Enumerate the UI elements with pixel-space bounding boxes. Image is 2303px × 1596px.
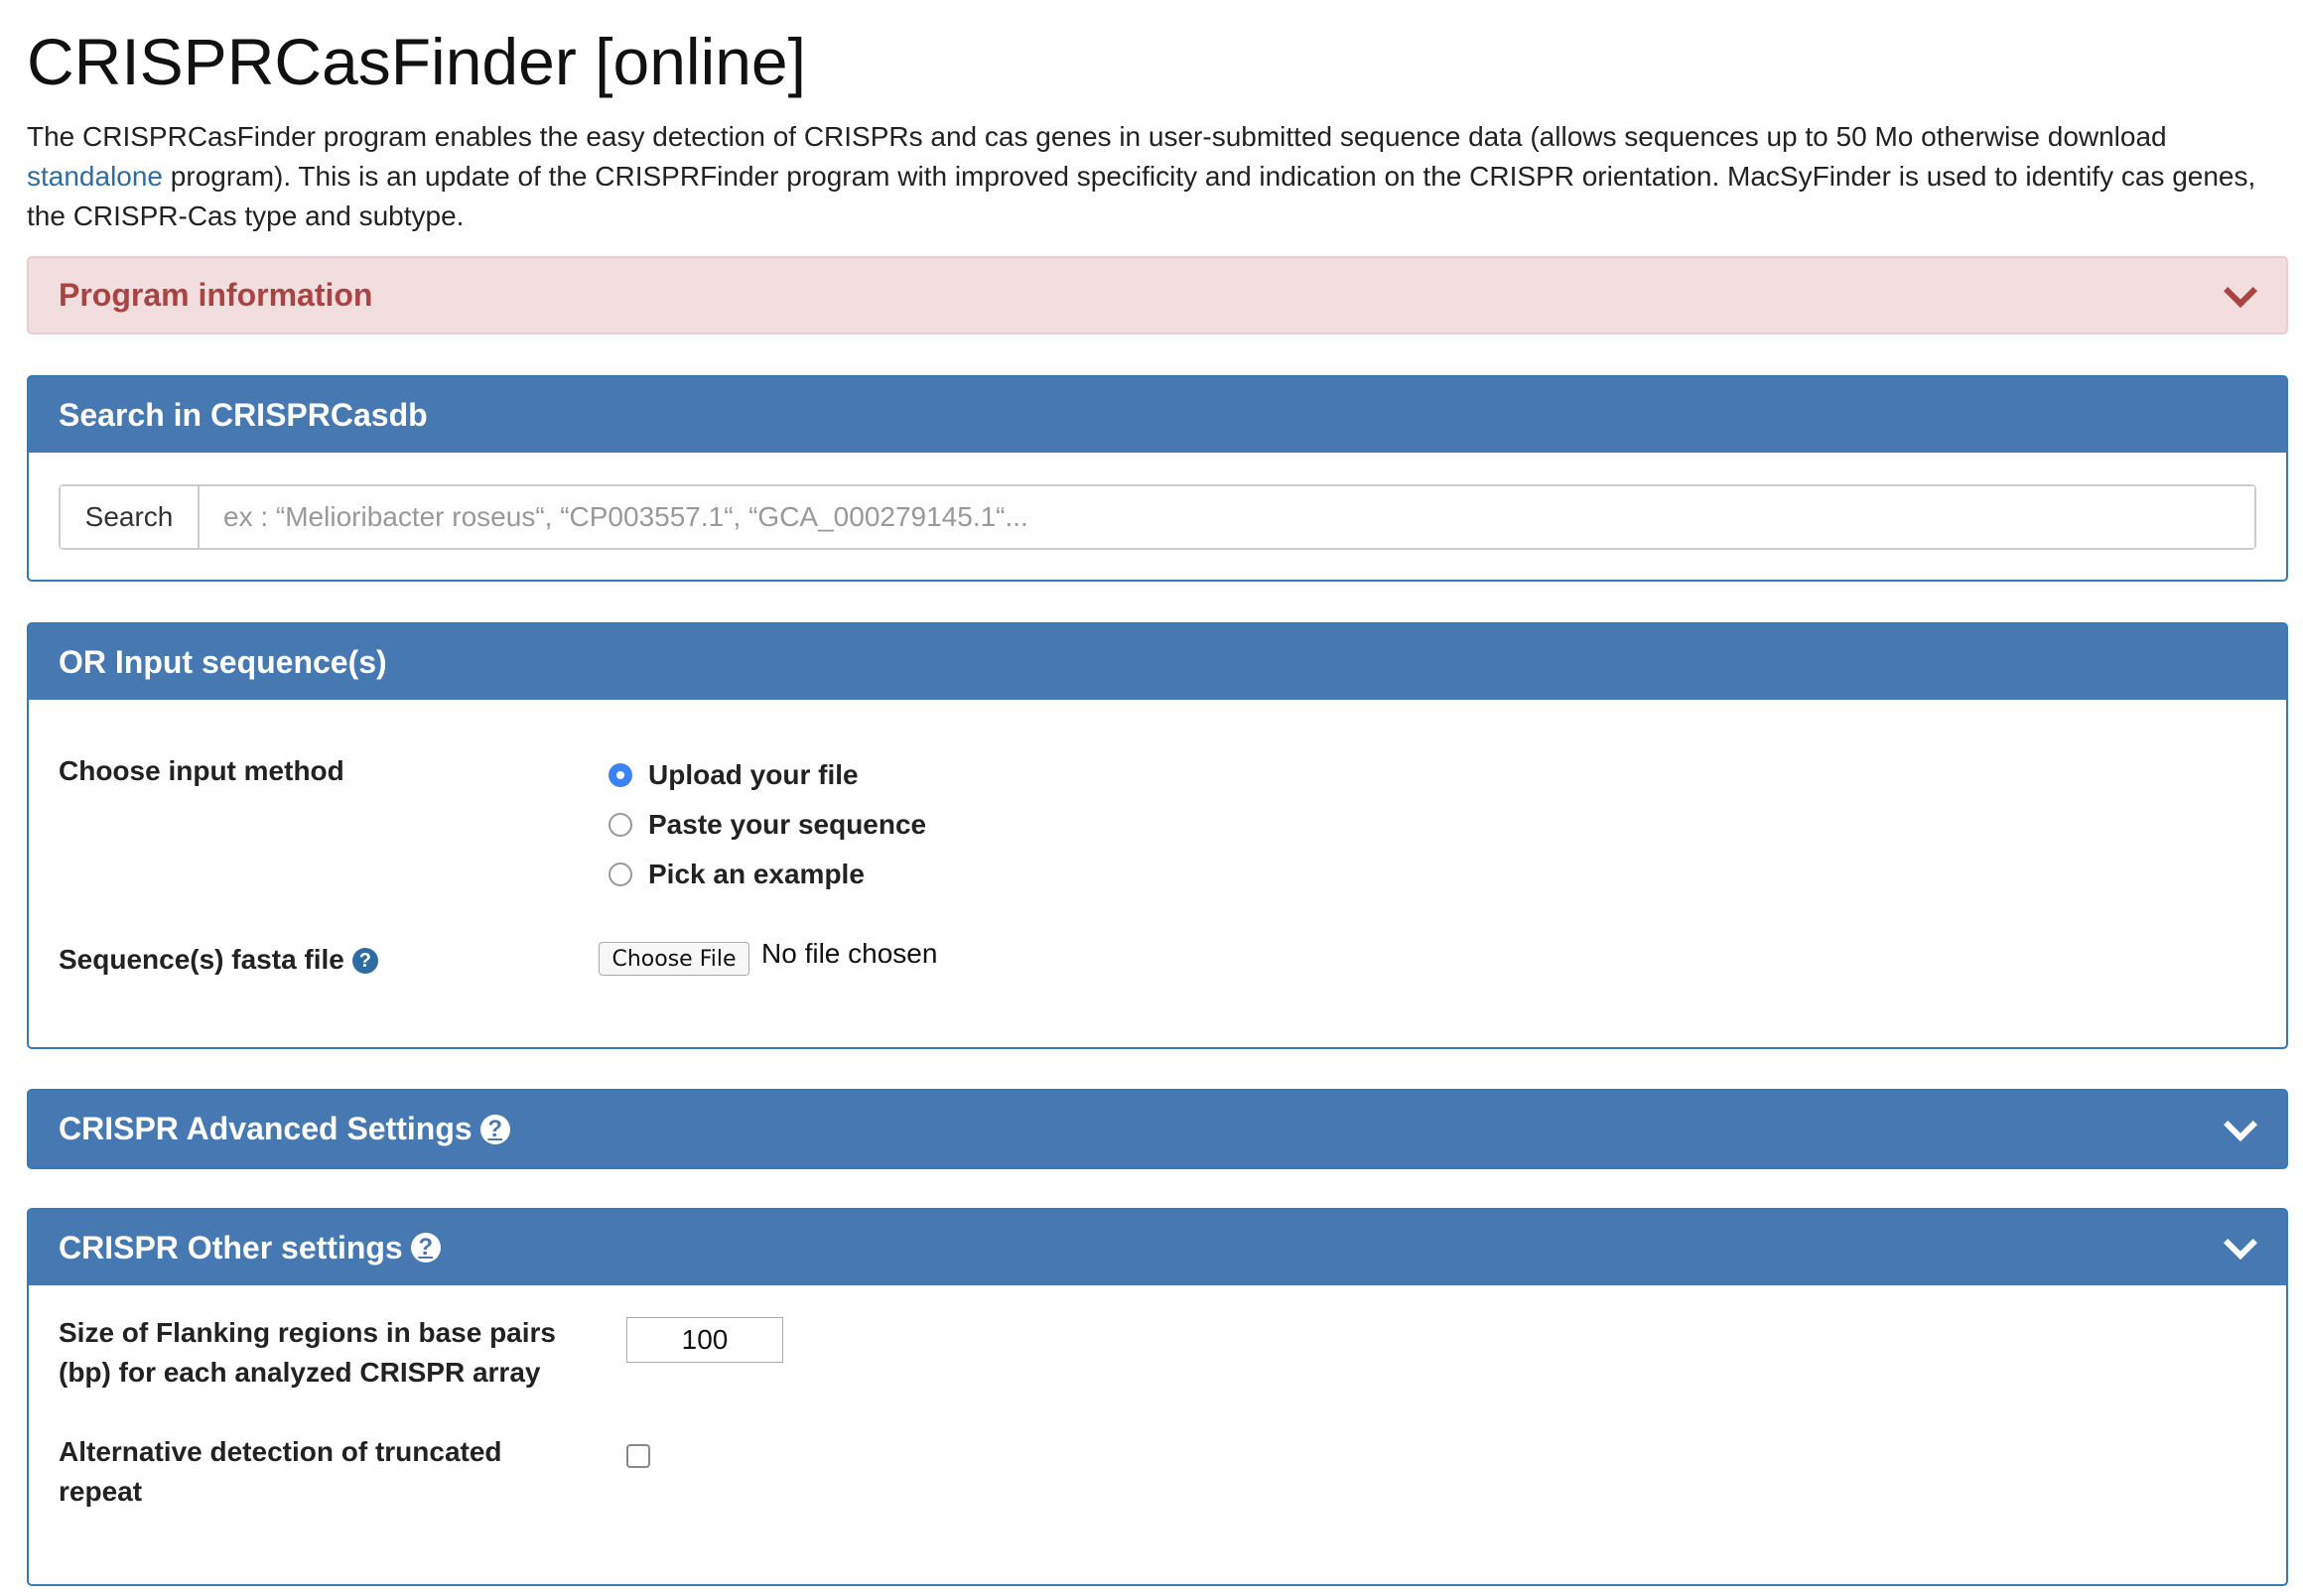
advanced-settings-panel[interactable]: CRISPR Advanced Settings? <box>27 1089 2288 1169</box>
truncated-repeat-label-line1: Alternative detection of truncated <box>59 1436 502 1467</box>
flanking-size-label: Size of Flanking regions in base pairs (… <box>59 1313 556 1393</box>
fasta-file-label: Sequence(s) fasta file? <box>59 940 378 980</box>
intro-text-end: program). This is an update of the CRISP… <box>27 161 2256 231</box>
search-panel-header: Search in CRISPRCasdb <box>29 377 2286 453</box>
help-icon[interactable]: ? <box>479 1114 510 1144</box>
search-panel: Search in CRISPRCasdb Search <box>27 375 2288 582</box>
program-information-panel[interactable]: Program information <box>27 256 2288 334</box>
radio-button[interactable] <box>609 813 632 837</box>
truncated-repeat-label: Alternative detection of truncated repea… <box>59 1432 502 1512</box>
program-information-header[interactable]: Program information <box>29 258 2286 332</box>
radio-pick-example-label: Pick an example <box>648 859 865 889</box>
intro-text-start: The CRISPRCasFinder program enables the … <box>27 121 2167 152</box>
radio-button-selected[interactable] <box>609 763 632 787</box>
fasta-file-label-text: Sequence(s) fasta file <box>59 944 344 975</box>
help-icon[interactable]: ? <box>351 948 378 974</box>
input-sequence-title: OR Input sequence(s) <box>59 643 387 680</box>
page-title: CRISPRCasFinder [online] <box>27 25 806 98</box>
radio-button[interactable] <box>609 863 632 886</box>
standalone-link[interactable]: standalone <box>27 161 163 192</box>
radio-upload-file-label: Upload your file <box>648 759 859 790</box>
chevron-down-icon[interactable] <box>2224 1107 2257 1141</box>
search-button[interactable]: Search <box>61 486 200 548</box>
help-icon[interactable]: ? <box>410 1233 441 1263</box>
input-sequence-header: OR Input sequence(s) <box>29 624 2286 700</box>
flanking-size-label-line1: Size of Flanking regions in base pairs <box>59 1317 557 1348</box>
intro-text: The CRISPRCasFinder program enables the … <box>27 117 2300 236</box>
advanced-settings-title: CRISPR Advanced Settings <box>59 1111 473 1146</box>
radio-pick-example[interactable]: Pick an example <box>609 859 865 890</box>
chevron-down-icon[interactable] <box>2224 273 2257 308</box>
program-information-title: Program information <box>59 277 373 313</box>
truncated-repeat-label-line2: repeat <box>59 1476 143 1507</box>
radio-upload-file[interactable]: Upload your file <box>609 759 859 791</box>
flanking-size-input[interactable]: 100 <box>626 1317 783 1363</box>
flanking-size-label-line2: (bp) for each analyzed CRISPR array <box>59 1357 541 1388</box>
search-input-group: Search <box>59 484 2256 550</box>
truncated-repeat-checkbox[interactable] <box>626 1444 650 1468</box>
radio-paste-sequence[interactable]: Paste your sequence <box>609 809 926 841</box>
file-status-text: No file chosen <box>761 938 938 969</box>
other-settings-title: CRISPR Other settings <box>59 1229 403 1265</box>
other-settings-panel: CRISPR Other settings? Size of Flanking … <box>27 1208 2288 1586</box>
other-settings-header[interactable]: CRISPR Other settings? <box>29 1210 2286 1285</box>
chevron-down-icon[interactable] <box>2224 1226 2257 1261</box>
radio-paste-sequence-label: Paste your sequence <box>648 809 927 840</box>
input-sequence-panel: OR Input sequence(s) Choose input method… <box>27 622 2288 1049</box>
choose-file-button[interactable]: Choose File <box>599 942 749 976</box>
advanced-settings-header[interactable]: CRISPR Advanced Settings? <box>29 1091 2286 1167</box>
search-input[interactable] <box>200 486 2254 548</box>
input-method-label: Choose input method <box>59 755 344 786</box>
search-panel-title: Search in CRISPRCasdb <box>59 396 428 433</box>
